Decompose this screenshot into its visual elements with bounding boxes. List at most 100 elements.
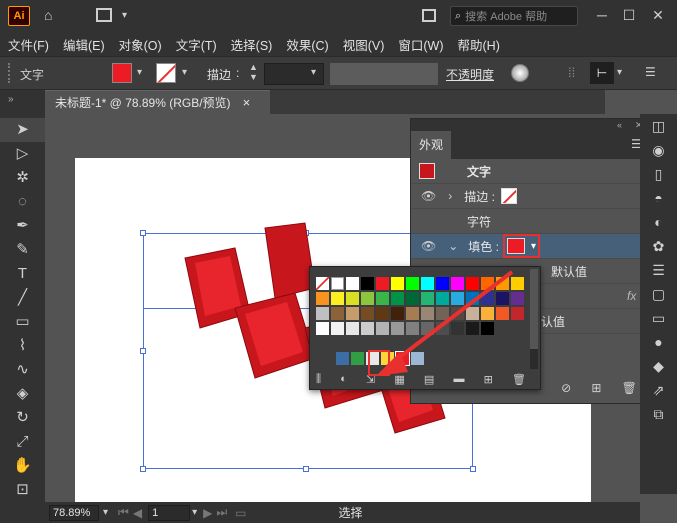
eraser-icon[interactable]: ◈ (0, 382, 45, 406)
free-transform-icon[interactable]: ⊡ (0, 478, 45, 502)
artboards-icon[interactable]: ⧉ (640, 402, 677, 426)
ruler-icon[interactable]: ▭ (235, 506, 246, 520)
pen-icon[interactable]: ✒ (0, 214, 45, 238)
opacity-label[interactable]: 不透明度 (446, 66, 494, 83)
home-icon[interactable]: ⌂ (44, 7, 52, 23)
close-window-button[interactable]: ✕ (646, 4, 670, 26)
chevron-down-icon[interactable]: ▾ (531, 241, 536, 252)
swatch-cell[interactable] (316, 292, 329, 305)
curvature-icon[interactable]: ✎ (0, 238, 45, 262)
library-icon[interactable]: ⫼ (316, 373, 321, 386)
chevron-down-icon[interactable]: ▾ (137, 67, 142, 78)
recolor-icon[interactable] (511, 64, 529, 82)
appearance-row-stroke[interactable]: 👁 › 描边 : (411, 184, 647, 209)
document-icon[interactable]: ▯ (640, 162, 677, 186)
scrollbar-thumb[interactable] (530, 269, 538, 349)
export-icon[interactable]: ⇗ (640, 378, 677, 402)
chevron-down-icon[interactable]: ▾ (122, 10, 127, 21)
swatch-cell[interactable] (336, 352, 349, 365)
line-icon[interactable]: ╱ (0, 286, 45, 310)
chevron-down-icon[interactable]: ▾ (617, 67, 622, 78)
menu-edit[interactable]: 编辑(E) (63, 35, 105, 54)
chevron-down-icon[interactable]: ⌄ (448, 239, 458, 253)
shaper-icon[interactable]: ∿ (0, 358, 45, 382)
warp-icon[interactable]: ✋ (0, 454, 45, 478)
gradient-icon[interactable]: ◓ (640, 186, 677, 210)
transform-icon[interactable]: ⊢ (590, 62, 614, 84)
align-icon[interactable]: ▭ (640, 306, 677, 330)
swatch-cell[interactable] (351, 352, 364, 365)
direct-selection-icon[interactable]: ▷ (0, 142, 45, 166)
resize-handle[interactable] (140, 348, 146, 354)
menu-view[interactable]: 视图(V) (343, 35, 385, 54)
rotate-icon[interactable]: ↻ (0, 406, 45, 430)
swatch-cell[interactable] (346, 307, 359, 320)
window-icon[interactable] (422, 9, 436, 22)
fill-swatch[interactable] (112, 63, 132, 83)
chevron-down-icon[interactable]: ▾ (311, 67, 316, 78)
menu-object[interactable]: 对象(O) (119, 35, 162, 54)
swatch-cell[interactable] (331, 292, 344, 305)
menu-help[interactable]: 帮助(H) (458, 35, 500, 54)
resize-handle[interactable] (140, 466, 146, 472)
collapse-icon[interactable]: » (0, 90, 45, 118)
swatch-cell[interactable] (316, 307, 329, 320)
swatch-cell[interactable] (331, 307, 344, 320)
menu-lines-icon[interactable]: ☰ (645, 65, 656, 79)
lasso-icon[interactable]: ◌ (0, 190, 45, 214)
layout-icon[interactable] (96, 8, 112, 22)
align-icon[interactable]: ⁞⁞ (568, 65, 575, 80)
maximize-button[interactable]: ☐ (617, 4, 641, 26)
zoom-field[interactable]: 78.89% (49, 504, 99, 521)
tab-appearance[interactable]: 外观 (411, 131, 451, 159)
chevron-down-icon[interactable]: ▾ (103, 507, 108, 518)
stroke-swatch[interactable] (156, 63, 176, 83)
close-tab-icon[interactable]: × (243, 95, 251, 110)
stroke-icon[interactable]: ● (640, 330, 677, 354)
stroke-swatch[interactable] (500, 188, 517, 204)
swatch-cell[interactable] (346, 322, 359, 335)
new-item-icon[interactable]: ⊞ (591, 381, 601, 395)
search-input[interactable]: ⌕ 搜索 Adobe 帮助 (450, 6, 578, 26)
rectangle-icon[interactable]: ▭ (0, 310, 45, 334)
menu-window[interactable]: 窗口(W) (398, 35, 443, 54)
appearance-row-fill[interactable]: 👁 ⌄ 填色 : ▾ (411, 234, 647, 259)
type-tool-icon[interactable]: T (0, 262, 45, 286)
menu-select[interactable]: 选择(S) (231, 35, 273, 54)
selection-tool-icon[interactable]: ➤ (0, 118, 45, 142)
appearance-row-type[interactable]: 文字 (411, 159, 647, 184)
magic-wand-icon[interactable]: ✲ (0, 166, 45, 190)
chevron-down-icon[interactable]: ▾ (182, 67, 187, 78)
prev-page-icon[interactable]: ◀ (133, 506, 142, 520)
fx-icon[interactable]: fx (627, 289, 636, 303)
chevron-down-icon[interactable]: ▾ (192, 507, 197, 518)
eye-icon[interactable]: 👁 (421, 189, 436, 203)
swatch-cell[interactable] (346, 277, 359, 290)
page-field[interactable]: 1 (148, 504, 191, 521)
collapse-icon[interactable]: « (617, 120, 622, 130)
menu-type[interactable]: 文字(T) (176, 35, 217, 54)
last-page-icon[interactable]: ⏭ (216, 505, 227, 520)
resize-handle[interactable] (303, 466, 309, 472)
clear-icon[interactable]: ⊘ (561, 381, 571, 395)
next-page-icon[interactable]: ▶ (203, 506, 212, 520)
first-page-icon[interactable]: ⏮ (118, 505, 129, 520)
graphic-styles-icon[interactable]: ▢ (640, 282, 677, 306)
chevron-right-icon[interactable]: › (448, 189, 452, 203)
layers-icon[interactable]: ◆ (640, 354, 677, 378)
tab-document[interactable]: 未标题-1* @ 78.89% (RGB/预览) × (45, 90, 270, 114)
menu-effect[interactable]: 效果(C) (286, 35, 328, 54)
fill-swatch[interactable] (506, 238, 525, 254)
color-icon[interactable]: ◉ (640, 138, 677, 162)
resize-handle[interactable] (140, 230, 146, 236)
brushes-icon[interactable]: ☰ (640, 258, 677, 282)
eye-icon[interactable]: 👁 (421, 239, 436, 253)
grip-handle[interactable] (8, 63, 10, 83)
swatch-cell[interactable] (331, 277, 344, 290)
brush-definition-field[interactable] (330, 63, 438, 85)
appearance-row-character[interactable]: 字符 (411, 209, 647, 234)
swatch-cell[interactable] (331, 322, 344, 335)
kind-icon[interactable]: ◐ (340, 373, 347, 385)
menu-file[interactable]: 文件(F) (8, 35, 49, 54)
fill-color-control[interactable]: ▾ (502, 234, 540, 258)
